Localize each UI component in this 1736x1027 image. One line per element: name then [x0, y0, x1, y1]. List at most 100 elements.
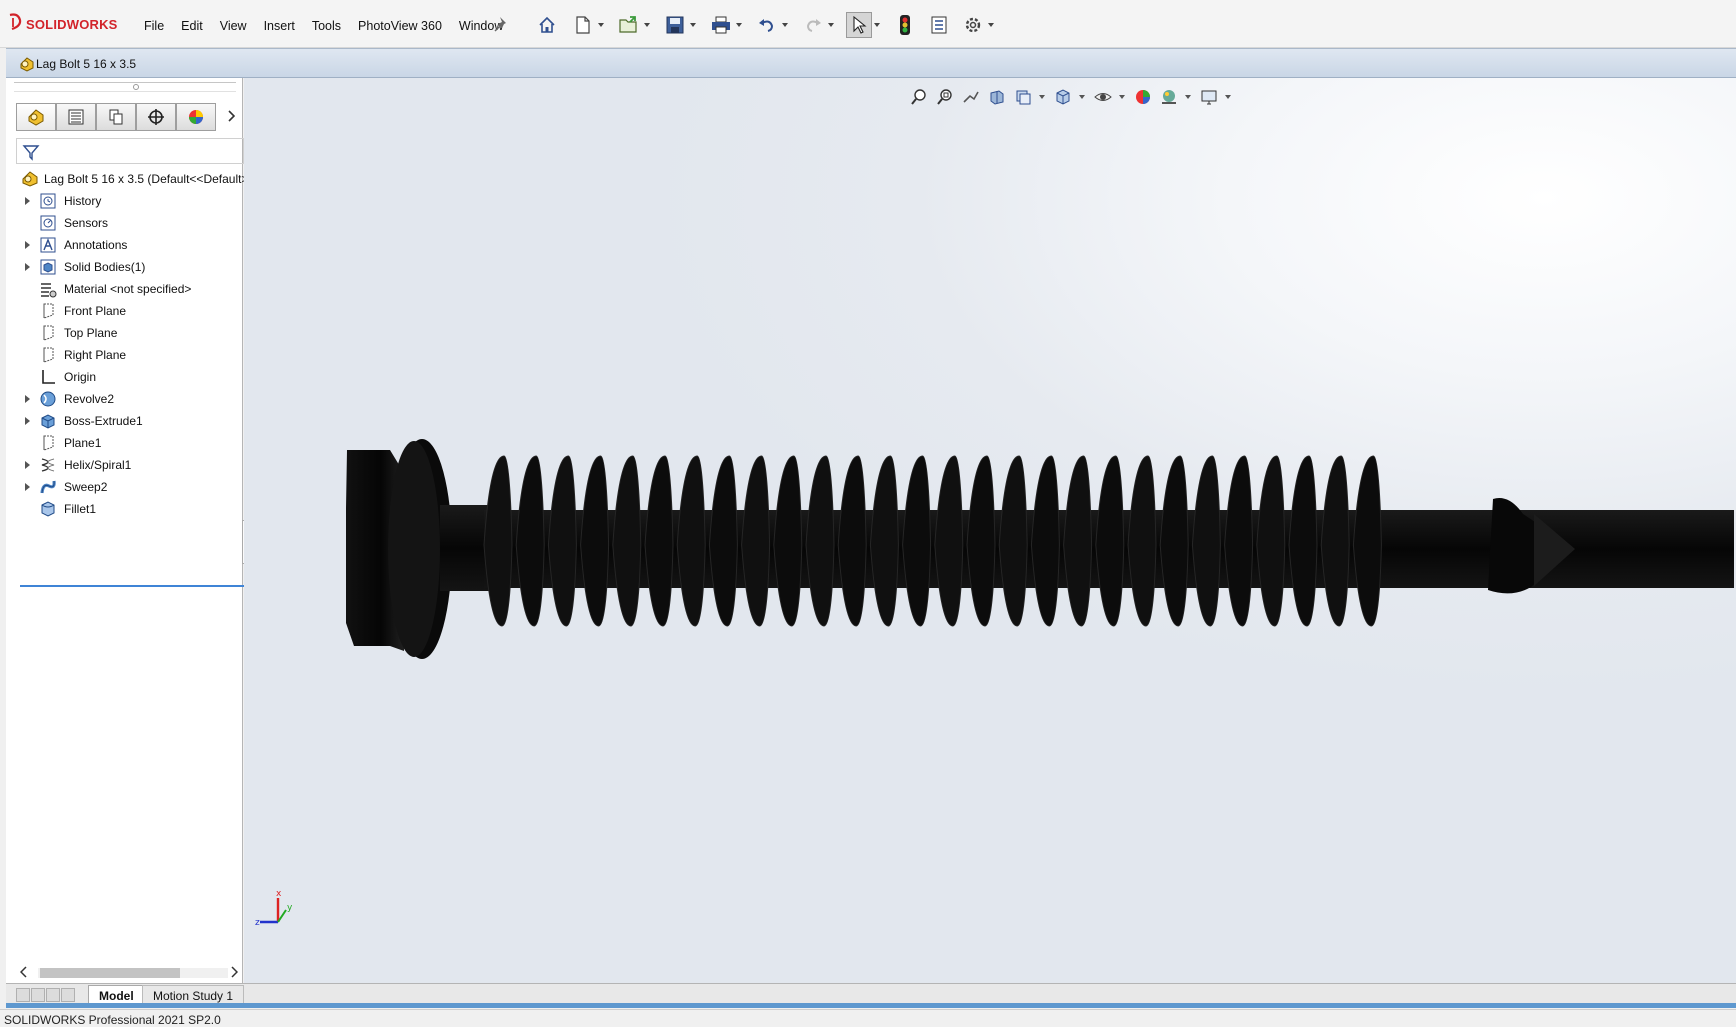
menu-view[interactable]: View: [220, 19, 247, 33]
tree-item-top-plane[interactable]: Top Plane: [16, 322, 244, 344]
new-dropdown-chevron-icon[interactable]: [596, 12, 606, 38]
thread-crest: [547, 455, 577, 627]
expand-arrow-icon[interactable]: [16, 234, 38, 256]
undo-icon[interactable]: [754, 12, 780, 38]
tree-item-history[interactable]: History: [16, 190, 244, 212]
pane-grip-icon[interactable]: [133, 84, 139, 90]
save-icon[interactable]: [662, 12, 688, 38]
view-orientation-icon[interactable]: [1052, 86, 1074, 108]
view-settings-dropdown-icon[interactable]: [1224, 95, 1232, 99]
file-properties-icon[interactable]: [926, 12, 952, 38]
section-view-icon[interactable]: [986, 86, 1008, 108]
status-text: SOLIDWORKS Professional 2021 SP2.0: [4, 1013, 221, 1027]
menu-photoview-360[interactable]: PhotoView 360: [358, 19, 442, 33]
tree-item-label: Right Plane: [64, 348, 127, 362]
expand-arrow-icon[interactable]: [16, 476, 38, 498]
tree-item-revolve2[interactable]: Revolve2: [16, 388, 244, 410]
lag-bolt-model[interactable]: [244, 78, 1736, 983]
scroll-thumb[interactable]: [40, 968, 180, 978]
print-dropdown-chevron-icon[interactable]: [734, 12, 744, 38]
tree-item-helix-spiral1[interactable]: Helix/Spiral1: [16, 454, 244, 476]
pane-horizontal-scrollbar[interactable]: [16, 964, 244, 980]
tree-item-material-not-specified[interactable]: Material <not specified>: [16, 278, 244, 300]
expand-arrow-icon[interactable]: [16, 454, 38, 476]
scroll-left-icon[interactable]: [19, 966, 28, 981]
options-icon[interactable]: [960, 12, 986, 38]
expand-arrow-icon[interactable]: [16, 410, 38, 432]
previous-view-icon[interactable]: [960, 86, 982, 108]
select-dropdown-chevron-icon[interactable]: [872, 12, 882, 38]
last-tab-button[interactable]: [61, 988, 75, 1002]
rollback-bar[interactable]: [20, 585, 247, 587]
next-tab-button[interactable]: [46, 988, 60, 1002]
scroll-right-icon[interactable]: [230, 966, 239, 981]
thread-crest: [805, 455, 835, 627]
rebuild-icon[interactable]: [892, 12, 918, 38]
propertymanager-icon: [68, 109, 84, 125]
graphics-area[interactable]: x z y: [244, 78, 1736, 983]
expand-arrow-icon[interactable]: [16, 388, 38, 410]
zoom-to-area-icon[interactable]: [934, 86, 956, 108]
new-document-icon[interactable]: [570, 12, 596, 38]
tree-root-part[interactable]: Lag Bolt 5 16 x 3.5 (Default<<Default>: [16, 168, 248, 190]
open-icon[interactable]: [616, 12, 642, 38]
zoom-to-fit-icon[interactable]: [908, 86, 930, 108]
tree-item-sweep2[interactable]: Sweep2: [16, 476, 244, 498]
tree-item-label: Solid Bodies(1): [64, 260, 146, 274]
open-dropdown-chevron-icon[interactable]: [642, 12, 652, 38]
view-orientation-dropdown-icon[interactable]: [1038, 95, 1046, 99]
tree-item-label: Sweep2: [64, 480, 108, 494]
plane-icon: [38, 323, 58, 343]
feature-filter[interactable]: [16, 138, 244, 164]
view-settings-icon[interactable]: [1198, 86, 1220, 108]
tab-motion-study[interactable]: Motion Study 1: [142, 985, 245, 1005]
tree-item-boss-extrude1[interactable]: Boss-Extrude1: [16, 410, 244, 432]
redo-icon: [800, 12, 826, 38]
tab-propertymanager[interactable]: [56, 103, 96, 131]
tab-model[interactable]: Model: [88, 985, 145, 1005]
tab-dimxpertmanager[interactable]: [136, 103, 176, 131]
expand-arrow-icon[interactable]: [16, 190, 38, 212]
dynamic-annotation-icon[interactable]: [1012, 86, 1034, 108]
tree-item-fillet1[interactable]: Fillet1: [16, 498, 244, 520]
previous-tab-button[interactable]: [31, 988, 45, 1002]
options-dropdown-chevron-icon[interactable]: [986, 12, 996, 38]
menu-edit[interactable]: Edit: [181, 19, 203, 33]
tab-featuremanager[interactable]: [16, 103, 56, 131]
hide-show-dropdown-icon[interactable]: [1118, 95, 1126, 99]
hide-show-items-icon[interactable]: [1092, 86, 1114, 108]
menu-insert[interactable]: Insert: [264, 19, 295, 33]
expand-arrow-icon[interactable]: [16, 256, 38, 278]
menu-file[interactable]: File: [144, 19, 164, 33]
pane-tabs-more-chevron-icon[interactable]: [224, 108, 238, 124]
tree-item-front-plane[interactable]: Front Plane: [16, 300, 244, 322]
first-tab-button[interactable]: [16, 988, 30, 1002]
edit-appearance-icon[interactable]: [1132, 86, 1154, 108]
tree-item-sensors[interactable]: Sensors: [16, 212, 244, 234]
tab-configurationmanager[interactable]: [96, 103, 136, 131]
tab-displaymanager[interactable]: [176, 103, 216, 131]
tree-item-annotations[interactable]: Annotations: [16, 234, 244, 256]
apply-scene-icon[interactable]: [1158, 86, 1180, 108]
tree-item-label: Top Plane: [64, 326, 118, 340]
display-style-dropdown-icon[interactable]: [1078, 95, 1086, 99]
tree-item-solid-bodies-1[interactable]: Solid Bodies(1): [16, 256, 244, 278]
filter-icon[interactable]: [22, 143, 40, 161]
home-icon[interactable]: [534, 12, 560, 38]
print-icon[interactable]: [708, 12, 734, 38]
thread-crest: [1224, 455, 1254, 627]
tree-item-right-plane[interactable]: Right Plane: [16, 344, 244, 366]
thread-crest: [773, 455, 803, 627]
apply-scene-dropdown-icon[interactable]: [1184, 95, 1192, 99]
solid-bodies-icon: [38, 257, 58, 277]
tree-item-origin[interactable]: Origin: [16, 366, 244, 388]
tree-item-plane1[interactable]: Plane1: [16, 432, 244, 454]
thread-crest: [580, 455, 610, 627]
pin-menu-icon[interactable]: [493, 15, 511, 33]
menu-tools[interactable]: Tools: [312, 19, 341, 33]
undo-dropdown-chevron-icon[interactable]: [780, 12, 790, 38]
select-icon[interactable]: [846, 12, 872, 38]
save-dropdown-chevron-icon[interactable]: [688, 12, 698, 38]
